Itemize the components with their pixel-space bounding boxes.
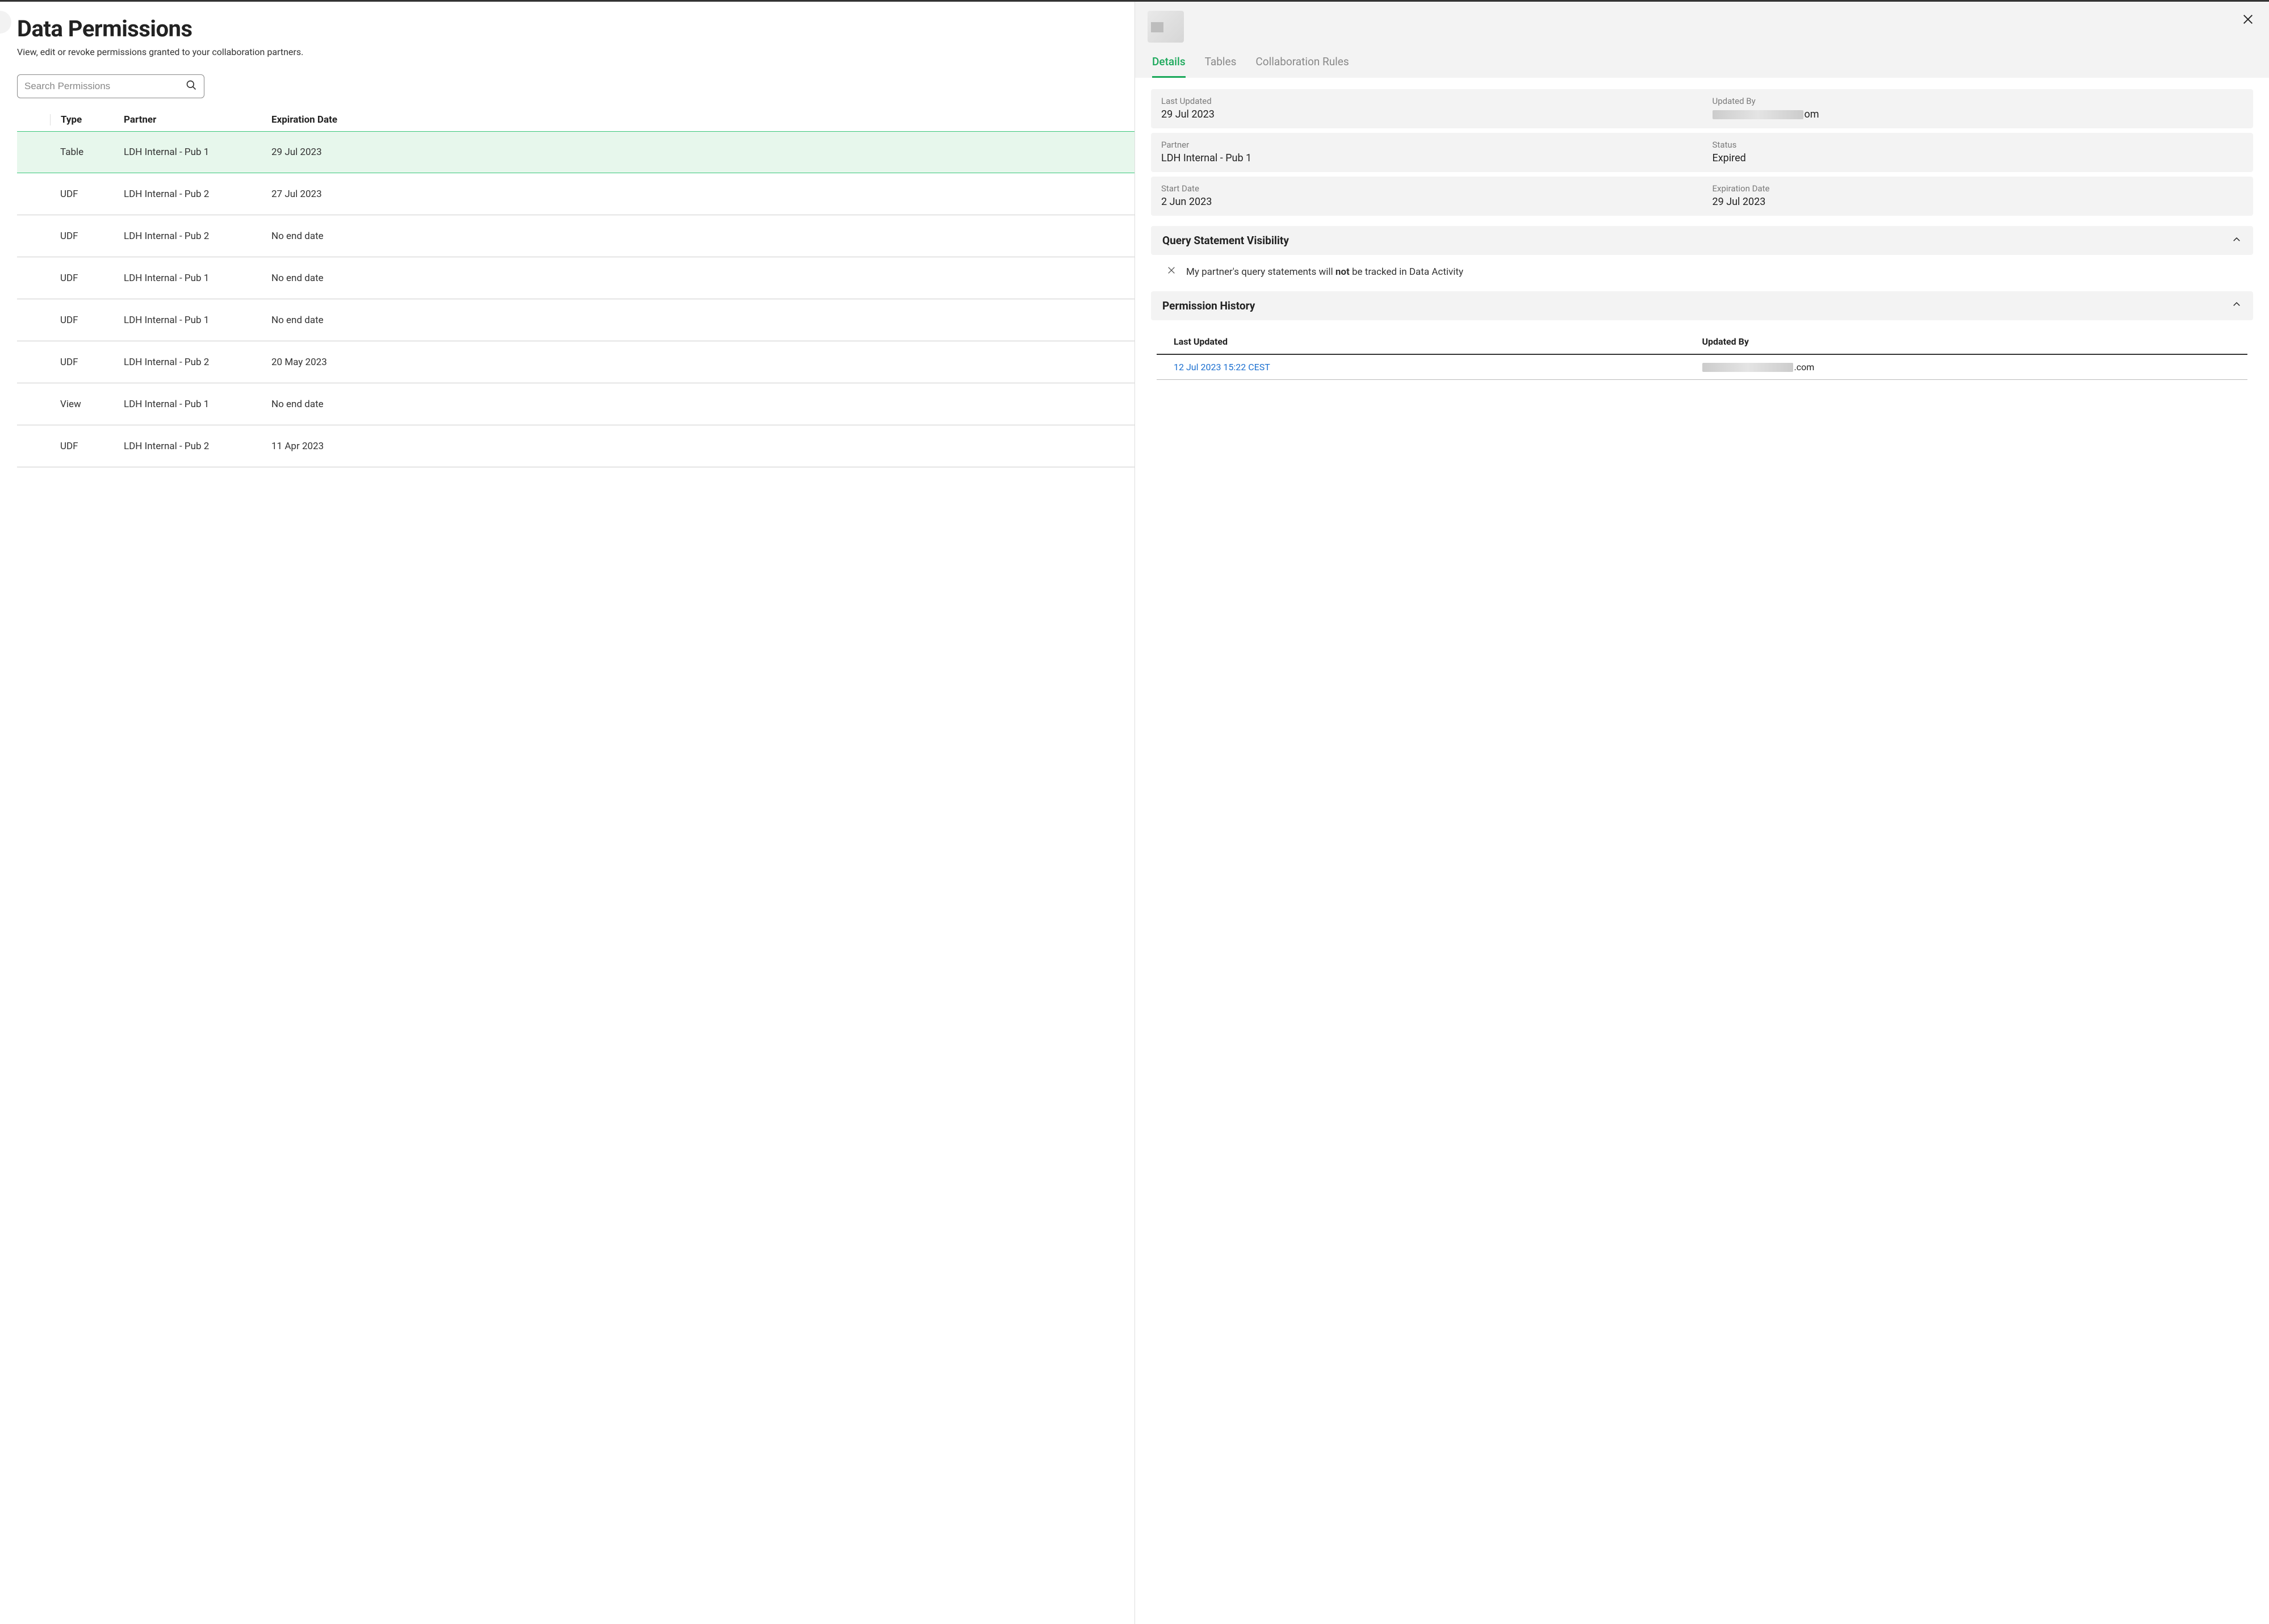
- close-icon: [2242, 19, 2254, 27]
- chevron-up-icon: [2232, 235, 2242, 247]
- cell-type: UDF: [50, 357, 124, 368]
- info-partner: Partner LDH Internal - Pub 1: [1151, 133, 1702, 172]
- details-pane: Details Tables Collaboration Rules Last …: [1134, 2, 2269, 1624]
- search-input[interactable]: [24, 81, 186, 92]
- cell-type: UDF: [50, 315, 124, 326]
- info-value: Expired: [1713, 152, 2243, 164]
- close-button[interactable]: [2239, 11, 2257, 30]
- section-query-visibility[interactable]: Query Statement Visibility: [1151, 226, 2253, 255]
- cell-type: UDF: [50, 441, 124, 452]
- permissions-table: Type Partner Expiration Date TableLDH In…: [17, 114, 1134, 467]
- query-visibility-body: My partner's query statements will not b…: [1151, 255, 2253, 286]
- search-permissions[interactable]: [17, 74, 204, 98]
- info-last-updated: Last Updated 29 Jul 2023: [1151, 89, 1702, 128]
- cell-expiration: 29 Jul 2023: [271, 147, 1130, 158]
- info-label: Last Updated: [1161, 96, 1692, 106]
- col-header-expiration: Expiration Date: [271, 114, 1130, 125]
- info-value: 29 Jul 2023: [1713, 196, 2243, 208]
- table-row[interactable]: UDFLDH Internal - Pub 211 Apr 2023: [17, 425, 1134, 467]
- cell-type: UDF: [50, 273, 124, 284]
- history-row: 12 Jul 2023 15:22 CEST.com: [1157, 355, 2247, 380]
- page-title: Data Permissions: [17, 15, 1134, 42]
- history-updated-by: .com: [1702, 362, 2231, 372]
- cell-expiration: 20 May 2023: [271, 357, 1130, 368]
- cell-partner: LDH Internal - Pub 1: [124, 315, 271, 326]
- table-row[interactable]: UDFLDH Internal - Pub 1No end date: [17, 299, 1134, 341]
- table-header-row: Type Partner Expiration Date: [17, 114, 1134, 131]
- col-header-updated-by: Updated By: [1702, 336, 2231, 347]
- table-row[interactable]: UDFLDH Internal - Pub 220 May 2023: [17, 341, 1134, 383]
- cell-partner: LDH Internal - Pub 2: [124, 231, 271, 242]
- info-value: LDH Internal - Pub 1: [1161, 152, 1692, 164]
- cell-partner: LDH Internal - Pub 1: [124, 147, 271, 158]
- cell-type: View: [50, 399, 124, 410]
- info-start-date: Start Date 2 Jun 2023: [1151, 177, 1702, 216]
- chevron-up-icon: [2232, 299, 2242, 312]
- decorative-blob: [0, 11, 11, 34]
- tab-collaboration-rules[interactable]: Collaboration Rules: [1255, 55, 1349, 78]
- page-subtitle: View, edit or revoke permissions granted…: [17, 47, 1134, 57]
- cell-expiration: No end date: [271, 273, 1130, 284]
- history-table: Last Updated Updated By 12 Jul 2023 15:2…: [1151, 320, 2253, 380]
- info-label: Expiration Date: [1713, 183, 2243, 194]
- partner-avatar: [1148, 11, 1184, 43]
- section-title: Query Statement Visibility: [1162, 234, 1289, 247]
- col-header-last-updated: Last Updated: [1174, 336, 1702, 347]
- tab-tables[interactable]: Tables: [1205, 55, 1237, 78]
- col-header-type: Type: [50, 114, 124, 125]
- table-row[interactable]: TableLDH Internal - Pub 129 Jul 2023: [17, 131, 1134, 173]
- detail-tabs: Details Tables Collaboration Rules: [1135, 43, 2269, 78]
- cell-partner: LDH Internal - Pub 2: [124, 189, 271, 200]
- col-header-partner: Partner: [124, 114, 271, 125]
- cell-type: UDF: [50, 231, 124, 242]
- info-label: Partner: [1161, 140, 1692, 150]
- table-row[interactable]: ViewLDH Internal - Pub 1No end date: [17, 383, 1134, 425]
- section-title: Permission History: [1162, 299, 1255, 312]
- cell-expiration: No end date: [271, 399, 1130, 410]
- tab-details[interactable]: Details: [1152, 55, 1186, 78]
- info-label: Start Date: [1161, 183, 1692, 194]
- info-status: Status Expired: [1702, 133, 2254, 172]
- info-label: Updated By: [1713, 96, 2243, 106]
- section-permission-history[interactable]: Permission History: [1151, 291, 2253, 320]
- table-row[interactable]: UDFLDH Internal - Pub 2No end date: [17, 215, 1134, 257]
- info-value: 2 Jun 2023: [1161, 196, 1692, 208]
- info-expiration-date: Expiration Date 29 Jul 2023: [1702, 177, 2254, 216]
- cell-type: Table: [50, 147, 124, 158]
- history-date-link[interactable]: 12 Jul 2023 15:22 CEST: [1174, 362, 1702, 372]
- redacted-text: [1713, 110, 1803, 119]
- cell-expiration: 27 Jul 2023: [271, 189, 1130, 200]
- search-icon: [186, 79, 197, 93]
- cell-partner: LDH Internal - Pub 1: [124, 399, 271, 410]
- info-value: om: [1713, 108, 2243, 120]
- permissions-list-pane: Data Permissions View, edit or revoke pe…: [0, 2, 1134, 1624]
- cell-expiration: No end date: [271, 315, 1130, 326]
- cell-partner: LDH Internal - Pub 1: [124, 273, 271, 284]
- info-label: Status: [1713, 140, 2243, 150]
- x-icon: [1167, 265, 1176, 280]
- info-value: 29 Jul 2023: [1161, 108, 1692, 120]
- info-grid: Last Updated 29 Jul 2023 Updated By om P…: [1151, 89, 2253, 216]
- redacted-text: [1702, 363, 1793, 372]
- query-visibility-text: My partner's query statements will not b…: [1186, 265, 1463, 280]
- cell-partner: LDH Internal - Pub 2: [124, 357, 271, 368]
- cell-expiration: No end date: [271, 231, 1130, 242]
- table-row[interactable]: UDFLDH Internal - Pub 227 Jul 2023: [17, 173, 1134, 215]
- cell-type: UDF: [50, 189, 124, 200]
- cell-partner: LDH Internal - Pub 2: [124, 441, 271, 452]
- history-header-row: Last Updated Updated By: [1157, 329, 2247, 355]
- info-updated-by: Updated By om: [1702, 89, 2254, 128]
- cell-expiration: 11 Apr 2023: [271, 441, 1130, 452]
- table-row[interactable]: UDFLDH Internal - Pub 1No end date: [17, 257, 1134, 299]
